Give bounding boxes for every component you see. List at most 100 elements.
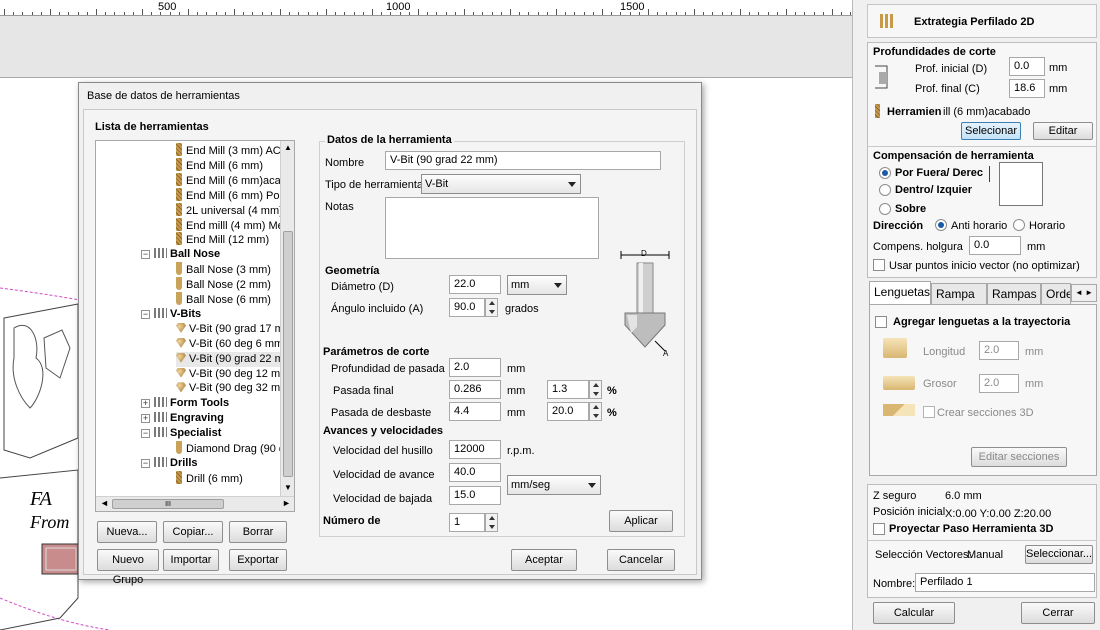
tool-type-select[interactable]: V-Bit [421, 174, 581, 194]
tree-expand-icon[interactable]: − [141, 458, 150, 468]
add-tabs-checkbox[interactable] [875, 316, 887, 328]
rough-pass-unit: mm [507, 407, 526, 419]
scroll-thumb[interactable]: III [112, 499, 224, 509]
feed-rate-input[interactable]: 40.0 [449, 463, 501, 482]
angle-spinner[interactable] [485, 298, 498, 317]
tree-tool-item[interactable]: End Mill (6 mm) Poliestir [176, 187, 294, 203]
allowance-input[interactable]: 0.0 [969, 236, 1021, 255]
project-3d-checkbox[interactable] [873, 523, 885, 535]
tab-length-input[interactable]: 2.0 [979, 341, 1019, 360]
pass-depth-input[interactable]: 2.0 [449, 358, 501, 377]
outside-right-radio[interactable] [879, 167, 891, 179]
tree-tool-item[interactable]: Diamond Drag (90 deg [176, 441, 294, 456]
create-3d-tabs-checkbox[interactable] [923, 406, 935, 418]
angle-input[interactable]: 90.0 [449, 298, 485, 317]
tree-tool-item[interactable]: End Mill (12 mm) [176, 232, 269, 247]
close-button[interactable]: Cerrar [1021, 602, 1095, 624]
rough-pass-input[interactable]: 4.4 [449, 402, 501, 421]
on-vector-radio[interactable] [879, 203, 891, 215]
calculate-button[interactable]: Calcular [873, 602, 955, 624]
new-group-button[interactable]: Nuevo Grupo [97, 549, 159, 586]
tree-tool-item[interactable]: V-Bit (90 deg 32 mm) [176, 381, 293, 396]
tree-item-label: End milll (4 mm) Metacri [186, 219, 295, 232]
tab-ramps[interactable]: Rampas [987, 283, 1041, 305]
edit-tabs-button[interactable]: Editar secciones [971, 447, 1067, 467]
toolpath-name-input[interactable]: Perfilado 1 [915, 573, 1095, 592]
new-tool-button[interactable]: Nueva... [97, 521, 157, 543]
allowance-label: Compens. holgura [873, 241, 963, 253]
flutes-input[interactable]: 1 [449, 513, 485, 532]
tree-group[interactable]: Form Tools [154, 396, 229, 411]
tree-horizontal-scrollbar[interactable]: ◄ III ► [96, 496, 294, 511]
copy-tool-button[interactable]: Copiar... [163, 521, 223, 543]
inside-left-radio[interactable] [879, 184, 891, 196]
apply-button[interactable]: Aplicar [609, 510, 673, 532]
tab-order[interactable]: Orde [1041, 283, 1071, 305]
scroll-left-icon[interactable]: ◄ [100, 498, 109, 508]
delete-tool-button[interactable]: Borrar [229, 521, 287, 543]
spindle-speed-input[interactable]: 12000 [449, 440, 501, 459]
tree-tool-item[interactable]: End Mill (3 mm) ACABAD [176, 143, 294, 158]
tree-tool-item[interactable]: End Mill (6 mm)acabado [176, 172, 294, 188]
rate-unit-select[interactable]: mm/seg [507, 475, 601, 495]
start-depth-input[interactable]: 0.0 [1009, 57, 1045, 76]
finish-pass-percent-input[interactable]: 1.3 [547, 380, 589, 399]
tree-expand-icon[interactable]: − [141, 429, 150, 439]
select-vectors-button[interactable]: Seleccionar... [1025, 545, 1093, 564]
end-depth-input[interactable]: 18.6 [1009, 79, 1045, 98]
edit-tool-button[interactable]: Editar [1033, 122, 1093, 140]
tree-tool-item[interactable]: Ball Nose (6 mm) [176, 292, 271, 307]
tool-name-input[interactable]: V-Bit (90 grad 22 mm) [385, 151, 661, 170]
end-mill-icon [176, 202, 182, 216]
tab-scroll-arrows[interactable]: ◄ ► [1071, 284, 1097, 302]
select-tool-button[interactable]: Selecionar [961, 122, 1021, 140]
accept-button[interactable]: Aceptar [511, 549, 577, 571]
conventional-radio[interactable] [1013, 219, 1025, 231]
tree-group[interactable]: Specialist [154, 426, 221, 441]
tree-vertical-scrollbar[interactable]: ▲ ▼ [280, 141, 294, 497]
tree-expand-icon[interactable]: + [141, 399, 150, 409]
tree-tool-item[interactable]: Drill (6 mm) [176, 470, 243, 486]
tree-group[interactable]: V-Bits [154, 307, 201, 322]
tree-tool-item[interactable]: V-Bit (90 grad 22 mm) [176, 351, 294, 367]
tree-tool-item[interactable]: V-Bit (90 grad 17 mm) [176, 322, 294, 337]
tab-ramp-l[interactable]: Rampa L. [931, 283, 987, 321]
rough-pass-spinner[interactable] [589, 402, 602, 421]
tree-group[interactable]: Ball Nose [154, 247, 220, 262]
tree-expand-icon[interactable]: − [141, 309, 150, 319]
tool-tree[interactable]: End Mill (3 mm) ACABAD End Mill (6 mm) End… [95, 140, 295, 512]
tree-tool-item[interactable]: End milll (4 mm) Metacri [176, 217, 295, 233]
tree-tool-item[interactable]: V-Bit (90 deg 12 mm) [176, 367, 293, 382]
import-button[interactable]: Importar [163, 549, 219, 571]
scroll-up-icon[interactable]: ▲ [284, 143, 292, 152]
finish-pass-spinner[interactable] [589, 380, 602, 399]
tab-tabs[interactable]: Lenguetas [869, 281, 931, 305]
tree-item-label: 2L universal (4 mm) [186, 204, 283, 217]
diameter-input[interactable]: 22.0 [449, 275, 501, 294]
plunge-rate-input[interactable]: 15.0 [449, 486, 501, 505]
scroll-right-icon[interactable]: ► [282, 498, 291, 508]
diameter-unit-select[interactable]: mm [507, 275, 567, 295]
tree-tool-item[interactable]: 2L universal (4 mm) [176, 202, 283, 218]
compensation-header: Compensación de herramienta [873, 150, 1034, 162]
tab-3d-icon [883, 404, 915, 416]
tree-tool-item[interactable]: Ball Nose (3 mm) [176, 262, 271, 277]
tree-expand-icon[interactable]: + [141, 414, 150, 424]
tree-group[interactable]: Engraving [154, 411, 224, 426]
tree-expand-icon[interactable]: − [141, 250, 150, 260]
tab-thickness-input[interactable]: 2.0 [979, 374, 1019, 393]
tree-group[interactable]: Drills [154, 456, 198, 471]
export-button[interactable]: Exportar [229, 549, 287, 571]
flutes-spinner[interactable] [485, 513, 498, 532]
rough-pass-percent-input[interactable]: 20.0 [547, 402, 589, 421]
tree-tool-item[interactable]: Ball Nose (2 mm) [176, 277, 271, 292]
use-start-points-checkbox[interactable] [873, 259, 885, 271]
tree-tool-item[interactable]: End Mill (6 mm) [176, 157, 263, 173]
cancel-button[interactable]: Cancelar [607, 549, 675, 571]
notes-textarea[interactable] [385, 197, 599, 259]
scroll-thumb[interactable] [283, 231, 293, 477]
climb-radio[interactable] [935, 219, 947, 231]
finish-pass-input[interactable]: 0.286 [449, 380, 501, 399]
scroll-down-icon[interactable]: ▼ [284, 483, 292, 492]
tree-tool-item[interactable]: V-Bit (60 deg 6 mm) [176, 337, 287, 352]
